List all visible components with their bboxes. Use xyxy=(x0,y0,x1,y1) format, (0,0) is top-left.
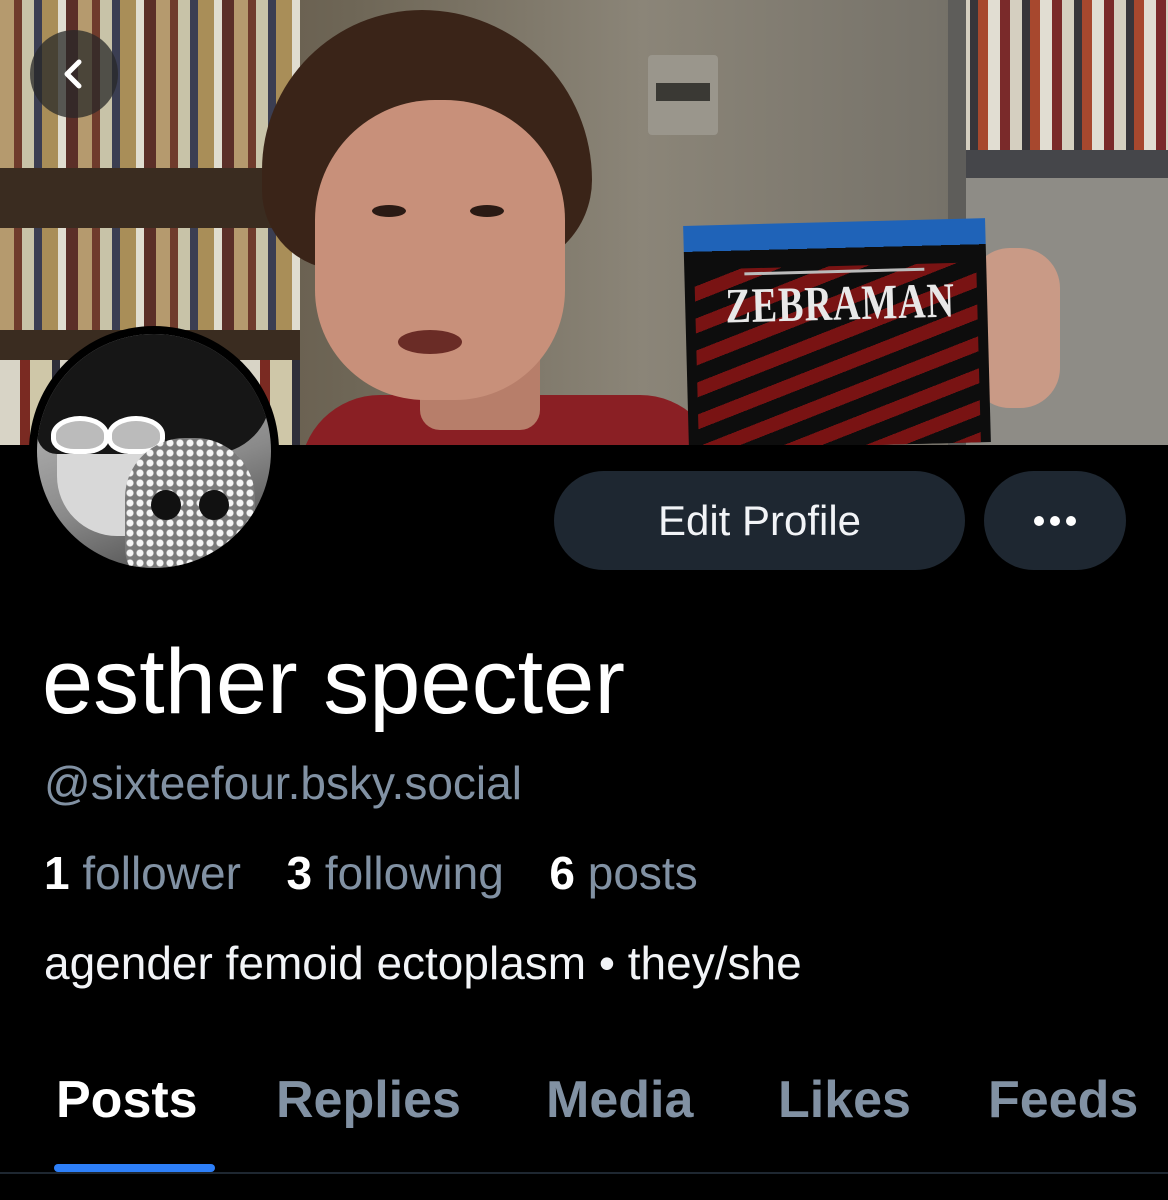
following-label: following xyxy=(324,847,504,899)
following-count: 3 xyxy=(286,847,313,899)
posts-label: posts xyxy=(587,847,698,899)
chevron-left-icon xyxy=(64,59,82,89)
following-link[interactable]: 3 following xyxy=(286,847,516,899)
posts-stat: 6 posts xyxy=(549,847,697,899)
profile-stats: 1 follower 3 following 6 posts xyxy=(44,846,698,900)
followers-label: follower xyxy=(82,847,241,899)
edit-profile-button[interactable]: Edit Profile xyxy=(554,471,965,570)
followers-count: 1 xyxy=(44,847,70,899)
profile-tabs: Posts Replies Media Likes Feeds xyxy=(0,1040,1168,1172)
handle: @sixteefour.bsky.social xyxy=(44,757,522,809)
wall-switch xyxy=(648,55,718,135)
tab-media[interactable]: Media xyxy=(546,1070,693,1130)
tab-divider xyxy=(0,1172,1168,1174)
active-tab-indicator xyxy=(54,1164,215,1172)
dvd-case: ZEBRAMAN xyxy=(683,218,991,445)
tab-feeds[interactable]: Feeds xyxy=(988,1070,1138,1130)
more-options-button[interactable] xyxy=(984,471,1126,570)
tab-likes[interactable]: Likes xyxy=(778,1070,911,1130)
dvd-title: ZEBRAMAN xyxy=(724,273,956,335)
followers-link[interactable]: 1 follower xyxy=(44,847,254,899)
display-name: esther specter xyxy=(42,631,625,733)
person-face xyxy=(315,100,565,400)
tab-replies[interactable]: Replies xyxy=(276,1070,461,1130)
bio: agender femoid ectoplasm • they/she xyxy=(44,937,802,989)
posts-count: 6 xyxy=(549,847,575,899)
avatar[interactable] xyxy=(29,326,279,576)
ellipsis-icon xyxy=(1031,515,1079,526)
tab-posts[interactable]: Posts xyxy=(56,1070,198,1130)
back-button[interactable] xyxy=(30,30,118,118)
